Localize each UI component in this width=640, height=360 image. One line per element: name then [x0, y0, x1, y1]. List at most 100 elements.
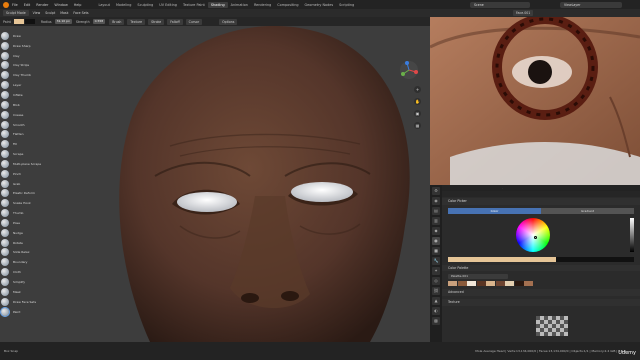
menu-window[interactable]: Window	[54, 3, 67, 7]
tab-compositing[interactable]: Compositing	[274, 2, 301, 8]
brush-tool-smooth[interactable]: Smooth	[1, 120, 51, 130]
navigation-gizmo-icon[interactable]	[399, 60, 419, 80]
falloff-dropdown[interactable]: Falloff	[167, 18, 183, 25]
primary-color-bar[interactable]	[448, 257, 556, 262]
constraints-tab-icon[interactable]: ⛓	[432, 287, 440, 295]
tab-animation[interactable]: Animation	[228, 2, 251, 8]
menu-render[interactable]: Render	[36, 3, 48, 7]
brush-tool-flatten[interactable]: Flatten	[1, 129, 51, 139]
palette-swatch[interactable]	[467, 281, 476, 286]
tool-tab-icon[interactable]: ⚙	[432, 187, 440, 195]
brush-tool-simplify[interactable]: Simplify	[1, 277, 51, 287]
brush-tool-layer[interactable]: Layer	[1, 80, 51, 90]
menu-edit[interactable]: Edit	[24, 3, 31, 7]
tab-shading[interactable]: Shading	[207, 1, 228, 8]
texture-preview[interactable]	[536, 316, 568, 336]
camera-icon[interactable]: ▣	[414, 110, 421, 117]
view-layer-selector[interactable]: ViewLayer	[560, 1, 622, 8]
brush-tool-clay-thumb[interactable]: Clay Thumb	[1, 70, 51, 80]
brush-tool-draw[interactable]: Draw	[1, 31, 51, 41]
brush-tool-pinch[interactable]: Pinch	[1, 169, 51, 179]
output-tab-icon[interactable]: ▤	[432, 207, 440, 215]
options-dropdown[interactable]: Options	[219, 18, 238, 25]
brush-tool-pose[interactable]: Pose	[1, 218, 51, 228]
brush-tool-clay[interactable]: Clay	[1, 51, 51, 61]
brush-tool-clay-strips[interactable]: Clay Strips	[1, 61, 51, 71]
grid-icon[interactable]: ▦	[414, 122, 421, 129]
brush-tool-scrape[interactable]: Scrape	[1, 149, 51, 159]
viewport-menu-mask[interactable]: Mask	[60, 11, 68, 15]
palette-swatch[interactable]	[495, 281, 505, 286]
brush-tool-draw-sharp[interactable]: Draw Sharp	[1, 41, 51, 51]
brush-tool-grab[interactable]: Grab	[1, 179, 51, 189]
color-wheel-cursor[interactable]	[534, 236, 537, 239]
scene-selector[interactable]: Scene	[470, 1, 530, 8]
stroke-dropdown[interactable]: Stroke	[148, 18, 165, 25]
sculpted-head-mesh[interactable]	[0, 26, 430, 342]
palette-swatch[interactable]	[514, 281, 524, 286]
3d-viewport[interactable]: Draw Draw Sharp Clay Clay Strips Clay Thumb L…	[0, 26, 430, 342]
texture-dropdown[interactable]: Texture	[127, 18, 146, 25]
brush-tool-paint[interactable]: Paint	[0, 306, 51, 317]
active-color-bar[interactable]	[448, 257, 634, 262]
scene-tab-icon[interactable]: ◆	[432, 227, 440, 235]
brush-tool-cloth[interactable]: Cloth	[1, 267, 51, 277]
texture-panel-header[interactable]: Texture	[442, 299, 640, 306]
advanced-panel-header[interactable]: Advanced	[442, 289, 640, 296]
brush-dropdown[interactable]: Brush	[109, 18, 125, 25]
tab-modeling[interactable]: Modeling	[113, 2, 134, 8]
image-name-field[interactable]: Face.001	[513, 10, 534, 16]
palette-swatch[interactable]	[476, 281, 486, 286]
brush-tool-elastic-deform[interactable]: Elastic Deform	[1, 189, 51, 199]
brush-tool-thumb[interactable]: Thumb	[1, 208, 51, 218]
brush-tool-crease[interactable]: Crease	[1, 110, 51, 120]
tab-texture-paint[interactable]: Texture Paint	[180, 2, 208, 8]
brush-tool-blob[interactable]: Blob	[1, 100, 51, 110]
palette-swatch[interactable]	[457, 281, 467, 286]
palette-name-field[interactable]: Palette.001	[448, 273, 508, 279]
tab-sculpting[interactable]: Sculpting	[134, 2, 156, 8]
brush-tool-boundary[interactable]: Boundary	[1, 257, 51, 267]
blender-logo-icon[interactable]	[3, 1, 9, 8]
brush-tool-nudge[interactable]: Nudge	[1, 228, 51, 238]
secondary-color-swatch[interactable]	[24, 19, 35, 24]
brush-tool-multi-plane-scrape[interactable]: Multi-plane Scrape	[1, 159, 51, 169]
brush-tool-snake-hook[interactable]: Snake Hook	[1, 198, 51, 208]
value-slider[interactable]	[630, 218, 634, 252]
brush-tool-fill[interactable]: Fill	[1, 139, 51, 149]
cursor-dropdown[interactable]: Cursor	[185, 18, 203, 25]
color-palette-header[interactable]: Color Palette	[442, 265, 640, 271]
zoom-icon[interactable]: +	[414, 86, 421, 93]
particles-tab-icon[interactable]: ✦	[432, 267, 440, 275]
palette-swatch[interactable]	[524, 281, 533, 286]
viewport-menu-sculpt[interactable]: Sculpt	[45, 11, 55, 15]
palette-swatch[interactable]	[448, 281, 457, 286]
brush-tool-mask[interactable]: Mask	[1, 287, 51, 297]
world-tab-icon[interactable]: ●	[432, 237, 440, 245]
brush-tool-draw-face-sets[interactable]: Draw Face Sets	[1, 297, 51, 307]
brush-tool-slide-relax[interactable]: Slide Relax	[1, 248, 51, 258]
secondary-color-bar[interactable]	[555, 257, 634, 262]
data-tab-icon[interactable]: ▲	[432, 297, 440, 305]
modifier-tab-icon[interactable]: 🔧	[432, 257, 440, 265]
palette-swatch[interactable]	[505, 281, 514, 286]
tab-scripting[interactable]: Scripting	[336, 2, 357, 8]
tab-geometry-nodes[interactable]: Geometry Nodes	[302, 2, 337, 8]
tab-layout[interactable]: Layout	[95, 2, 113, 8]
brush-tool-inflate[interactable]: Inflate	[1, 90, 51, 100]
color-wheel[interactable]	[516, 218, 550, 252]
viewport-menu-face-sets[interactable]: Face Sets	[73, 11, 88, 15]
brush-tool-rotate[interactable]: Rotate	[1, 238, 51, 248]
viewport-menu-view[interactable]: View	[33, 11, 41, 15]
render-tab-icon[interactable]: ◉	[432, 197, 440, 205]
primary-color-swatch[interactable]	[13, 19, 24, 24]
physics-tab-icon[interactable]: ◎	[432, 277, 440, 285]
mode-selector[interactable]: Sculpt Mode	[3, 10, 29, 16]
pan-hand-icon[interactable]: ✋	[414, 98, 421, 105]
tab-uv-editing[interactable]: UV Editing	[156, 2, 180, 8]
tab-rendering[interactable]: Rendering	[251, 2, 274, 8]
view-layer-tab-icon[interactable]: ▥	[432, 217, 440, 225]
palette-swatch[interactable]	[486, 281, 495, 286]
object-tab-icon[interactable]: ■	[432, 247, 440, 255]
material-tab-icon[interactable]: ◐	[432, 307, 440, 315]
